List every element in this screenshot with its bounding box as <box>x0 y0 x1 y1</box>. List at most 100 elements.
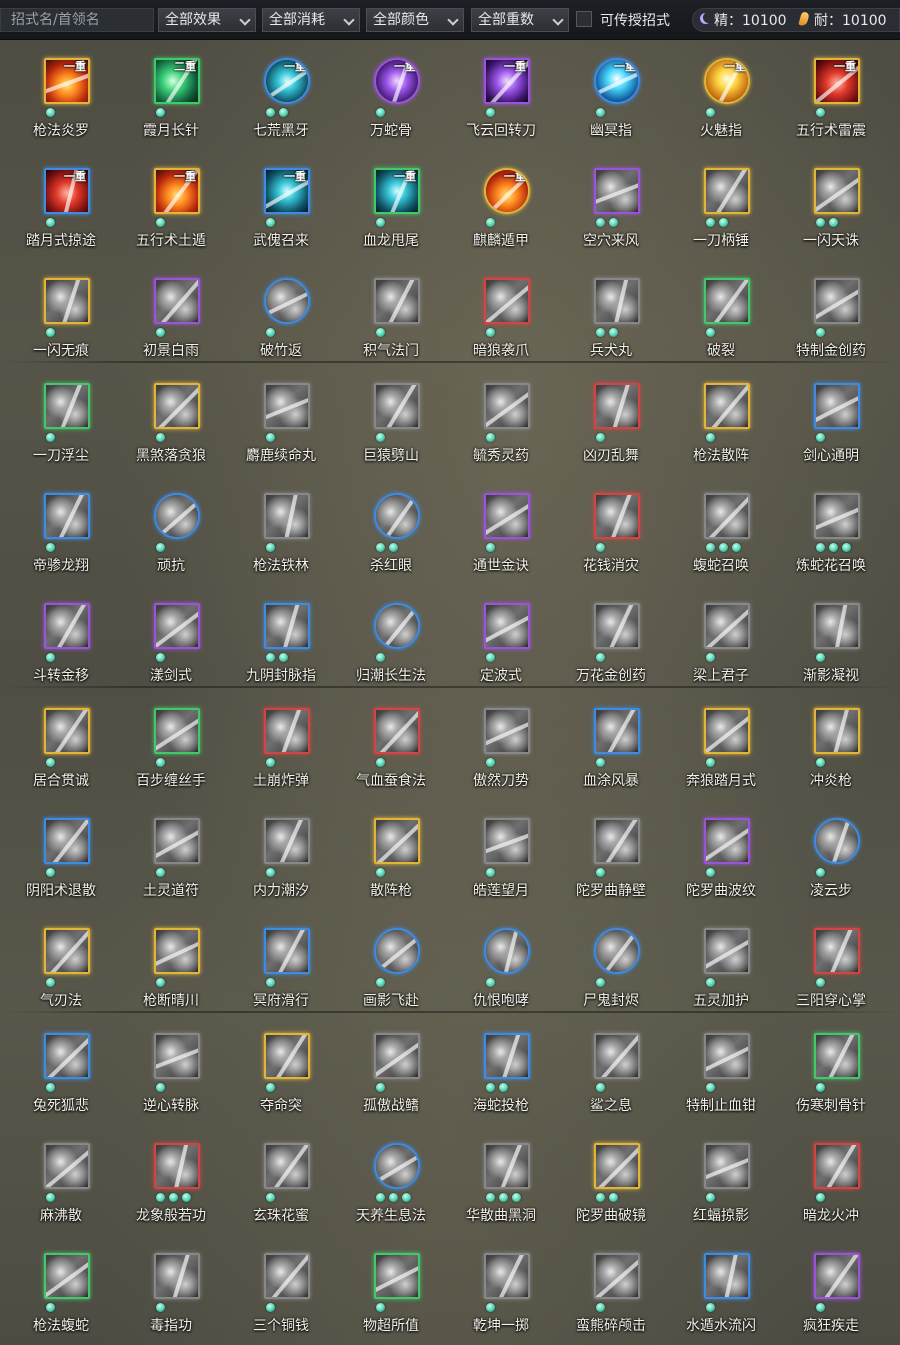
skill-icon[interactable]: 一重 <box>44 168 90 214</box>
skill-icon[interactable] <box>814 383 860 429</box>
skill-icon[interactable] <box>374 603 420 649</box>
skill-icon[interactable] <box>264 278 310 324</box>
skill-card[interactable]: 伤寒刺骨针 <box>776 1015 886 1125</box>
skill-icon[interactable] <box>704 1033 750 1079</box>
skill-card[interactable]: 麝鹿续命丸 <box>226 365 336 475</box>
skill-card[interactable]: 九阴封脉指 <box>226 585 336 695</box>
skill-card[interactable]: 斗转金移 <box>6 585 116 695</box>
skill-card[interactable]: 蝮蛇召唤 <box>666 475 776 585</box>
skill-icon[interactable] <box>594 1253 640 1299</box>
skill-icon[interactable] <box>154 708 200 754</box>
skill-card[interactable]: 一重 武傀召来 <box>226 150 336 260</box>
skill-icon[interactable] <box>484 1033 530 1079</box>
skill-icon[interactable] <box>814 603 860 649</box>
skill-card[interactable]: 奔狼踏月式 <box>666 690 776 800</box>
skill-icon[interactable] <box>704 1253 750 1299</box>
skill-card[interactable]: 积气法门 <box>336 260 446 370</box>
skill-card[interactable]: 一闪无痕 <box>6 260 116 370</box>
skill-icon[interactable] <box>44 708 90 754</box>
skill-icon[interactable] <box>264 928 310 974</box>
skill-card[interactable]: 三阳穿心掌 <box>776 910 886 1020</box>
skill-card[interactable]: 一重 五行术雷震 <box>776 40 886 150</box>
skill-icon[interactable] <box>814 1033 860 1079</box>
skill-icon[interactable] <box>814 1253 860 1299</box>
skill-icon[interactable] <box>814 493 860 539</box>
skill-card[interactable]: 顽抗 <box>116 475 226 585</box>
skill-icon[interactable] <box>594 603 640 649</box>
skill-card[interactable]: 枪法铁林 <box>226 475 336 585</box>
skill-card[interactable]: 血涂风暴 <box>556 690 666 800</box>
skill-card[interactable]: 二重 霞月长针 <box>116 40 226 150</box>
skill-icon[interactable] <box>484 708 530 754</box>
skill-card[interactable]: 定波式 <box>446 585 556 695</box>
skill-card[interactable]: 特制金创药 <box>776 260 886 370</box>
skill-icon[interactable] <box>44 928 90 974</box>
skill-icon[interactable] <box>704 603 750 649</box>
skill-icon[interactable] <box>484 928 530 974</box>
skill-card[interactable]: 散阵枪 <box>336 800 446 910</box>
skill-icon[interactable] <box>814 818 860 864</box>
skill-card[interactable]: 逆心转脉 <box>116 1015 226 1125</box>
skill-card[interactable]: 兵犬丸 <box>556 260 666 370</box>
skill-icon[interactable] <box>594 928 640 974</box>
skill-card[interactable]: 阴阳术退散 <box>6 800 116 910</box>
skill-card[interactable]: 疯狂疾走 <box>776 1235 886 1345</box>
skill-card[interactable]: 破裂 <box>666 260 776 370</box>
skill-card[interactable]: 枪法蝮蛇 <box>6 1235 116 1345</box>
skill-icon[interactable] <box>594 1143 640 1189</box>
skill-icon[interactable] <box>264 1253 310 1299</box>
skill-card[interactable]: 花钱消灾 <box>556 475 666 585</box>
transferable-checkbox[interactable] <box>576 11 592 27</box>
skill-card[interactable]: 特制止血钳 <box>666 1015 776 1125</box>
skill-icon[interactable] <box>154 383 200 429</box>
skill-icon[interactable] <box>154 278 200 324</box>
skill-icon[interactable] <box>154 1143 200 1189</box>
skill-card[interactable]: 黑煞落贪狼 <box>116 365 226 475</box>
skill-card[interactable]: 皓莲望月 <box>446 800 556 910</box>
skill-card[interactable]: 仇恨咆哮 <box>446 910 556 1020</box>
skill-icon[interactable] <box>484 493 530 539</box>
skill-icon[interactable] <box>594 493 640 539</box>
skill-icon[interactable]: 一重 <box>264 168 310 214</box>
skill-card[interactable]: 空穴来风 <box>556 150 666 260</box>
skill-icon[interactable] <box>374 818 420 864</box>
skill-card[interactable]: 枪法散阵 <box>666 365 776 475</box>
skill-card[interactable]: 冥府滑行 <box>226 910 336 1020</box>
skill-card[interactable]: 土崩炸弹 <box>226 690 336 800</box>
skill-card[interactable]: 归潮长生法 <box>336 585 446 695</box>
skill-card[interactable]: 居合贯诚 <box>6 690 116 800</box>
skill-icon[interactable]: 一重 <box>484 58 530 104</box>
skill-icon[interactable] <box>154 493 200 539</box>
skill-card[interactable]: 孤傲战鳍 <box>336 1015 446 1125</box>
skill-card[interactable]: 一重 五行术土遁 <box>116 150 226 260</box>
skill-card[interactable]: 水遁水流闪 <box>666 1235 776 1345</box>
skill-icon[interactable] <box>264 1033 310 1079</box>
skill-card[interactable]: 毒指功 <box>116 1235 226 1345</box>
skill-icon[interactable] <box>374 1143 420 1189</box>
skill-icon[interactable] <box>264 603 310 649</box>
skill-card[interactable]: 海蛇投枪 <box>446 1015 556 1125</box>
skill-card[interactable]: 一重 麒麟遁甲 <box>446 150 556 260</box>
skill-icon[interactable]: 一重 <box>154 168 200 214</box>
skill-icon[interactable] <box>484 1253 530 1299</box>
weight-filter-dropdown[interactable]: 全部重数 <box>471 8 569 32</box>
skill-icon[interactable]: 一重 <box>374 168 420 214</box>
skill-icon[interactable] <box>484 818 530 864</box>
skill-card[interactable]: 一重 飞云回转刀 <box>446 40 556 150</box>
skill-icon[interactable]: 一重 <box>814 58 860 104</box>
skill-card[interactable]: 乾坤一掷 <box>446 1235 556 1345</box>
skill-icon[interactable] <box>814 708 860 754</box>
skill-icon[interactable] <box>814 1143 860 1189</box>
skill-card[interactable]: 傲然刀势 <box>446 690 556 800</box>
skill-card[interactable]: 冲炎枪 <box>776 690 886 800</box>
skill-icon[interactable] <box>594 1033 640 1079</box>
skill-card[interactable]: 凌云步 <box>776 800 886 910</box>
skill-icon[interactable] <box>154 1033 200 1079</box>
skill-icon[interactable] <box>594 383 640 429</box>
skill-icon[interactable] <box>374 708 420 754</box>
skill-icon[interactable] <box>484 603 530 649</box>
skill-card[interactable]: 麻沸散 <box>6 1125 116 1235</box>
skill-card[interactable]: 枪断晴川 <box>116 910 226 1020</box>
skill-icon[interactable] <box>44 493 90 539</box>
skill-icon[interactable]: 一重 <box>594 58 640 104</box>
